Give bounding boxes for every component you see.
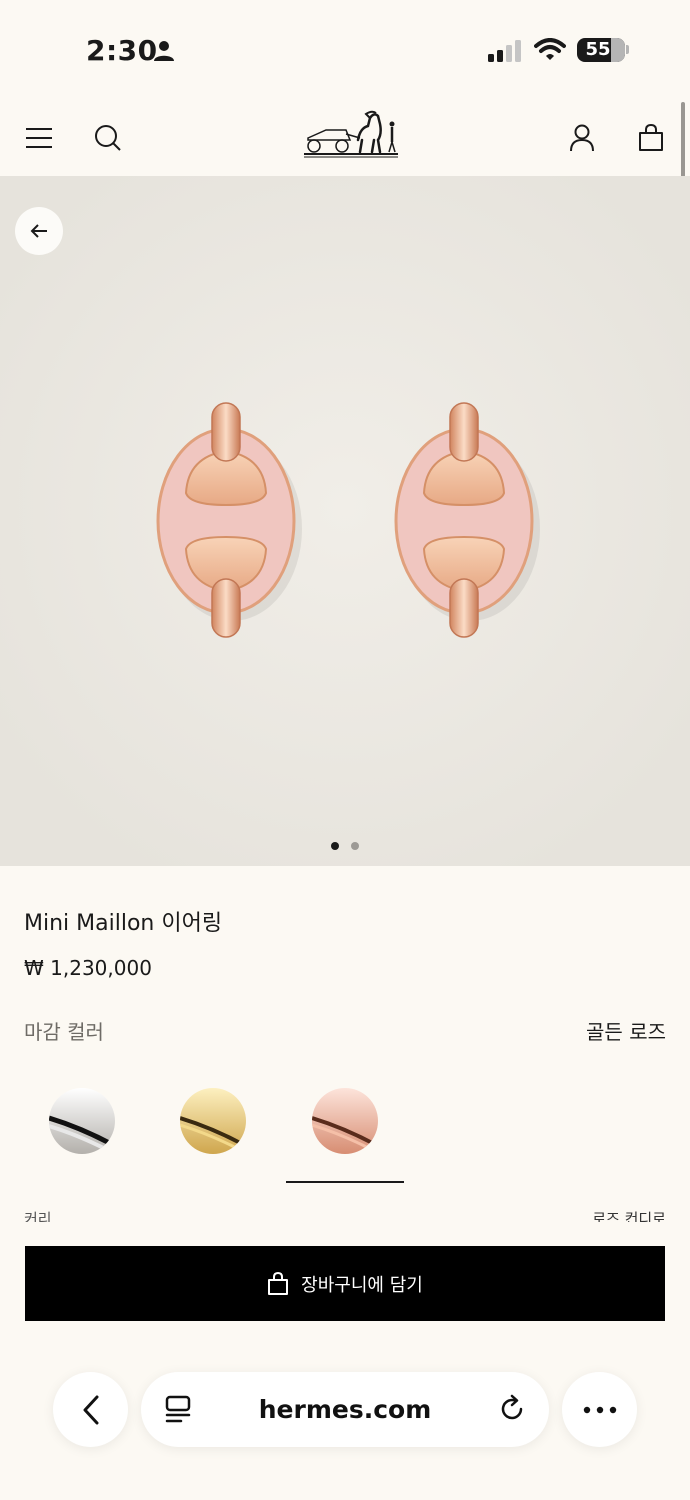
- finish-value: 골든 로즈: [586, 1020, 666, 1044]
- gallery-dot-1[interactable]: [331, 842, 339, 850]
- earring-image-left: [156, 402, 302, 638]
- silver-swatch-image: [49, 1088, 115, 1154]
- gold-swatch-image: [180, 1088, 246, 1154]
- rose-gold-swatch-image: [312, 1088, 378, 1154]
- product-title: Mini Maillon 이어링: [24, 911, 223, 936]
- back-button[interactable]: [15, 207, 63, 255]
- add-to-cart-button[interactable]: 장바구니에 담기: [25, 1246, 665, 1321]
- swatch-gold[interactable]: [180, 1088, 246, 1154]
- browser-back-button[interactable]: [53, 1372, 128, 1447]
- earring-image-right: [394, 402, 540, 638]
- browser-more-button[interactable]: [562, 1372, 637, 1447]
- battery-percent: 55: [585, 39, 611, 60]
- url-domain: hermes.com: [258, 1395, 432, 1424]
- gallery-background: [0, 176, 690, 866]
- battery-indicator: 55: [577, 38, 625, 62]
- selected-swatch-underline: [286, 1181, 404, 1183]
- account-icon: [570, 124, 594, 152]
- reload-icon[interactable]: [497, 1394, 527, 1424]
- gallery-dot-2[interactable]: [351, 842, 359, 850]
- cellular-signal-icon: [488, 40, 521, 62]
- arrow-left-icon: [30, 224, 47, 238]
- wifi-icon: [534, 38, 566, 60]
- menu-icon: [26, 128, 52, 148]
- shopping-bag-icon: [268, 1271, 289, 1295]
- option-value: 로즈 컨디로: [592, 1210, 666, 1222]
- swatch-silver[interactable]: [49, 1088, 115, 1154]
- finish-label: 마감 컬러: [24, 1020, 104, 1044]
- battery-cap: [626, 45, 629, 54]
- gallery-pagination: [0, 842, 690, 852]
- menu-button[interactable]: [19, 118, 59, 158]
- shopping-bag-icon: [639, 124, 663, 151]
- site-header: [0, 100, 690, 176]
- account-button[interactable]: [562, 118, 602, 158]
- more-horizontal-icon: [583, 1406, 616, 1413]
- address-bar[interactable]: hermes.com: [141, 1372, 549, 1447]
- add-to-cart-label: 장바구니에 담기: [301, 1274, 423, 1296]
- product-price: ₩ 1,230,000: [24, 956, 152, 980]
- status-time: 2:30: [86, 34, 158, 67]
- browser-toolbar: hermes.com: [0, 1340, 690, 1500]
- search-icon: [95, 125, 121, 151]
- person-icon: [154, 41, 174, 61]
- swatch-rose-gold[interactable]: [312, 1088, 378, 1154]
- search-button[interactable]: [88, 118, 128, 158]
- shopping-bag-button[interactable]: [631, 118, 671, 158]
- option-row-partial: 커리 로즈 컨디로: [0, 1204, 690, 1222]
- status-bar: 2:30 55: [0, 0, 690, 100]
- chevron-left-icon: [83, 1395, 98, 1424]
- option-label: 커리: [24, 1210, 52, 1222]
- product-gallery[interactable]: [0, 176, 690, 866]
- hermes-logo[interactable]: [300, 108, 402, 166]
